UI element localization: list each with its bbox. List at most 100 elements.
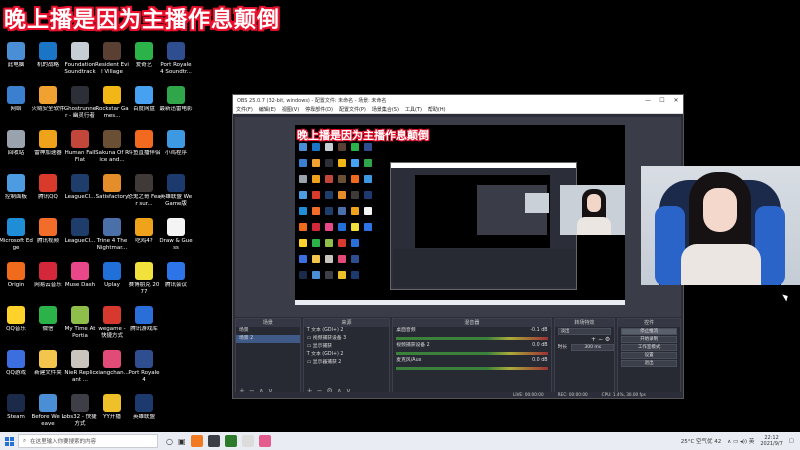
desktop-icon[interactable]: obs32 - 快捷方式 bbox=[63, 394, 97, 427]
notification-icon[interactable]: ▢ bbox=[789, 438, 794, 444]
desktop-icon[interactable]: Satisfactory bbox=[96, 174, 128, 201]
volume-meter[interactable] bbox=[396, 337, 548, 340]
desktop-icon[interactable]: 百度网盘 bbox=[128, 86, 160, 113]
desktop-icon[interactable]: 最新迅雷电影 bbox=[159, 86, 193, 113]
desktop-icon[interactable]: Trine 4 The Nightmar... bbox=[96, 218, 128, 251]
desktop-icon[interactable]: 腾讯视频 bbox=[32, 218, 64, 245]
desktop-icon[interactable]: 腾讯游戏库 bbox=[128, 306, 160, 333]
desktop-icon[interactable]: 新建文件夹 bbox=[32, 350, 64, 377]
desktop-icon[interactable]: 网易云音乐 bbox=[32, 262, 64, 289]
desktop-icon[interactable]: 小鸡程序 bbox=[160, 130, 192, 157]
desktop-icon[interactable]: xiangchan... bbox=[95, 350, 129, 377]
desktop-icon[interactable]: Before We Leave bbox=[31, 394, 65, 427]
desktop-icon[interactable]: 控制面板 bbox=[0, 174, 32, 201]
desktop-icon[interactable]: 机的战略 bbox=[32, 42, 64, 69]
desktop-icon[interactable]: 回收站 bbox=[0, 130, 32, 157]
menu-scene-collection[interactable]: 场景集合(S) bbox=[372, 106, 399, 113]
desktop-icon[interactable]: QQ音乐 bbox=[0, 306, 32, 333]
obs-titlebar[interactable]: OBS 25.0.7 (32-bit, windows) - 配置文件: 未命名… bbox=[233, 95, 683, 105]
app-icon bbox=[71, 394, 89, 412]
transition-buttons[interactable]: + − ⚙ bbox=[555, 336, 615, 344]
scene-item[interactable]: 场景 2 bbox=[236, 335, 300, 343]
taskbar-app-icon[interactable] bbox=[207, 435, 220, 447]
start-button[interactable] bbox=[0, 432, 18, 450]
obs-preview[interactable]: 晚上播是因为主播作息颠倒 bbox=[235, 117, 681, 317]
desktop-icon[interactable]: NieR Replicant ... bbox=[64, 350, 96, 383]
obs-statusbar: LIVE: 00:00:00 REC: 00:00:00 CPU: 1.4%, … bbox=[233, 392, 683, 398]
desktop-icon[interactable]: LeagueCl... bbox=[64, 174, 96, 201]
volume-meter[interactable] bbox=[396, 352, 548, 355]
desktop-icon[interactable]: Foundation Soundtrack bbox=[64, 42, 96, 75]
taskbar-search[interactable]: ⌕ 在这里输入你要搜索的内容 bbox=[18, 434, 158, 448]
desktop-icon[interactable]: 雷神加速器 bbox=[32, 130, 64, 157]
menu-edit[interactable]: 编辑(E) bbox=[259, 106, 276, 113]
desktop-icon[interactable]: 英雄联盟 WeGame版 bbox=[160, 174, 192, 207]
scene-item[interactable]: 场景 bbox=[236, 327, 300, 335]
source-item[interactable]: T 文本 (GDI+) 2 bbox=[304, 351, 390, 359]
desktop-icon[interactable]: 英雄联盟 bbox=[128, 394, 160, 421]
desktop-icon[interactable]: Port Royale 4 bbox=[128, 350, 160, 383]
desktop-icon[interactable]: 爱奇艺 bbox=[128, 42, 160, 69]
exit-button[interactable]: 退出 bbox=[621, 360, 677, 367]
source-item[interactable]: T 文本 (GDI+) 2 bbox=[304, 327, 390, 335]
settings-button[interactable]: 设置 bbox=[621, 352, 677, 359]
desktop-icon[interactable]: 此电脑 bbox=[0, 42, 32, 69]
stop-streaming-button[interactable]: 停止推流 bbox=[621, 328, 677, 335]
tray-icons[interactable]: ∧ ▭ ◂)) 英 bbox=[727, 437, 754, 445]
taskbar-app-icon[interactable] bbox=[241, 435, 254, 447]
menu-docks[interactable]: 停靠部件(D) bbox=[305, 106, 333, 113]
desktop-icon[interactable]: Uplay bbox=[96, 262, 128, 289]
desktop-icon[interactable]: YY开播 bbox=[96, 394, 128, 421]
taskbar-app-icon[interactable] bbox=[258, 435, 271, 447]
desktop-icon[interactable]: Resident Evil Village bbox=[95, 42, 129, 75]
volume-meter[interactable] bbox=[396, 367, 548, 370]
menu-tools[interactable]: 工具(T) bbox=[405, 106, 422, 113]
clock[interactable]: 22:12 2021/9/7 bbox=[760, 435, 782, 447]
taskbar-app-icon[interactable] bbox=[190, 435, 203, 447]
studio-mode-button[interactable]: 工作室模式 bbox=[621, 344, 677, 351]
desktop-icon[interactable]: Draw & Guess bbox=[159, 218, 193, 251]
desktop-icon[interactable]: My Time At Portia bbox=[64, 306, 96, 339]
desktop-icon[interactable]: wegame - 快捷方式 bbox=[96, 306, 128, 339]
preview-icon bbox=[338, 191, 346, 199]
desktop-icon[interactable]: 恐鬼之哥 Fear sur... bbox=[127, 174, 161, 207]
maximize-button[interactable]: ☐ bbox=[655, 97, 669, 104]
desktop-icon[interactable]: 网络 bbox=[0, 86, 32, 113]
source-item[interactable]: ▭ 显示器捕获 2 bbox=[304, 359, 390, 367]
widgets-icon[interactable]: ▣ bbox=[178, 437, 186, 446]
menu-profile[interactable]: 配置文件(P) bbox=[339, 106, 366, 113]
desktop-icon[interactable]: 腾讯会议 bbox=[160, 262, 192, 289]
weather-widget[interactable]: 25°C 空气优 42 bbox=[681, 437, 722, 445]
desktop-icon[interactable]: Microsoft Edge bbox=[0, 218, 33, 251]
menu-file[interactable]: 文件(F) bbox=[236, 106, 253, 113]
source-item[interactable]: ▭ 视频捕获设备 3 bbox=[304, 335, 390, 343]
menu-view[interactable]: 视图(V) bbox=[282, 106, 299, 113]
desktop-icon[interactable]: QQ游戏 bbox=[0, 350, 32, 377]
desktop-icon[interactable]: Origin bbox=[0, 262, 32, 289]
taskbar-app-icon[interactable] bbox=[224, 435, 237, 447]
source-item[interactable]: ▭ 显示捕获 bbox=[304, 343, 390, 351]
desktop-icon[interactable]: Port Royale 4 Soundtr... bbox=[160, 42, 192, 75]
desktop-icon[interactable]: 斗鱼直播伴侣 bbox=[127, 130, 161, 157]
transition-select[interactable]: 淡出 bbox=[557, 328, 612, 335]
desktop-icon[interactable]: 火绒安全软件 bbox=[31, 86, 65, 113]
start-recording-button[interactable]: 开始录制 bbox=[621, 336, 677, 343]
desktop-icon[interactable]: 吃鸡4? bbox=[128, 218, 160, 245]
desktop-icon[interactable]: LeagueCl... bbox=[64, 218, 96, 245]
desktop-icon[interactable]: Muse Dash bbox=[64, 262, 96, 289]
minimize-button[interactable]: — bbox=[641, 97, 655, 104]
desktop-icon[interactable]: 赛博朋克 2077 bbox=[128, 262, 160, 295]
desktop-icon[interactable]: Sakuna Of Rice and... bbox=[95, 130, 129, 163]
search-placeholder: 在这里输入你要搜索的内容 bbox=[30, 439, 97, 445]
desktop-icon[interactable]: 腾讯QQ bbox=[32, 174, 64, 201]
desktop-icon-label: 小鸡程序 bbox=[164, 150, 187, 156]
desktop-icon[interactable]: Ghostrunner - 幽灵行者 bbox=[64, 86, 96, 119]
desktop-icon[interactable]: Steam bbox=[0, 394, 32, 421]
desktop-icon[interactable]: Human Fall Flat bbox=[64, 130, 96, 163]
desktop-icon[interactable]: Rockstar Games... bbox=[95, 86, 129, 119]
task-view-icon[interactable]: ○ bbox=[166, 437, 173, 446]
menu-help[interactable]: 帮助(H) bbox=[428, 106, 446, 113]
duration-input[interactable]: 300 ms bbox=[571, 344, 615, 351]
close-button[interactable]: ✕ bbox=[669, 97, 683, 104]
desktop-icon[interactable]: 微信 bbox=[32, 306, 64, 333]
